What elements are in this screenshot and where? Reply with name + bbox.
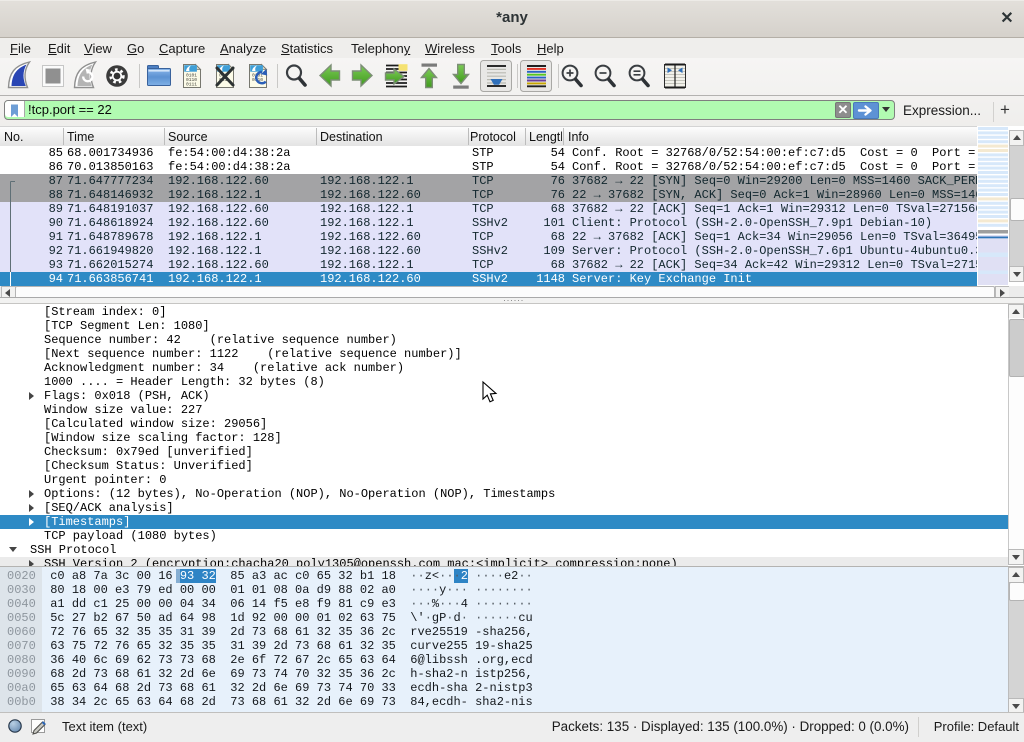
- svg-text:0111: 0111: [186, 82, 197, 88]
